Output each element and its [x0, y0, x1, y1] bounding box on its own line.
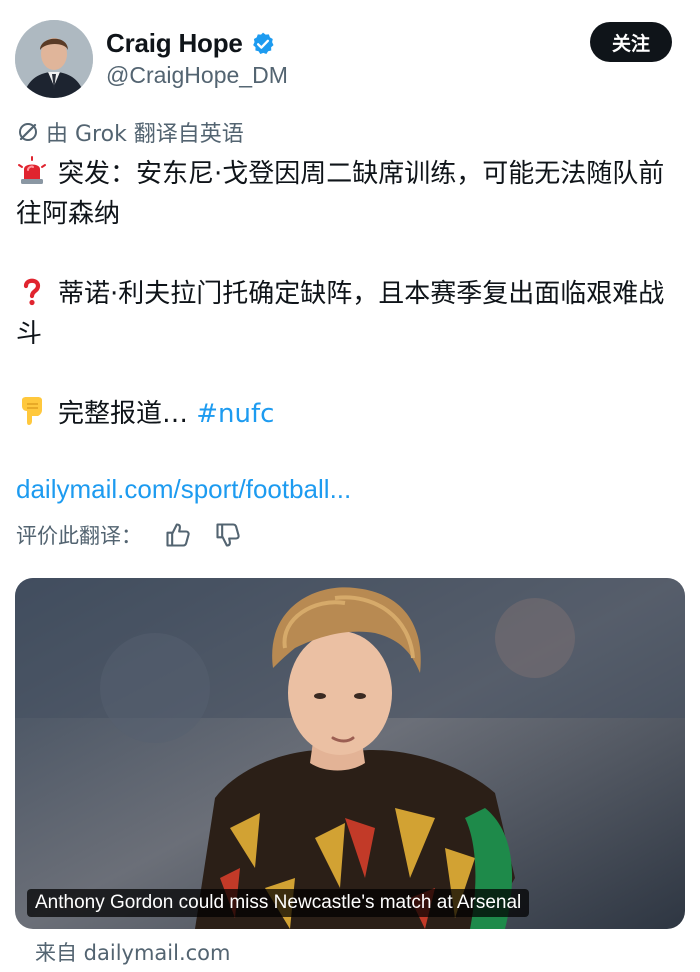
article-link[interactable]: dailymail.com/sport/football... [16, 474, 351, 505]
tweet-line-1: 突发：安东尼·戈登因周二缺席训练，可能无法随队前往阿森纳 [16, 154, 686, 234]
tweet-line-3: 完整报道… #nufc [16, 394, 686, 434]
avatar[interactable] [15, 20, 93, 98]
question-mark-icon [16, 275, 48, 307]
tweet-line-2: 蒂诺·利夫拉门托确定缺阵，且本赛季复出面临艰难战斗 [16, 274, 686, 354]
translation-notice[interactable]: 由 Grok 翻译自英语 [16, 116, 244, 148]
author-name-row: Craig Hope [106, 28, 276, 59]
hashtag-link[interactable]: #nufc [196, 399, 274, 429]
link-card[interactable]: Anthony Gordon could miss Newcastle's ma… [15, 578, 685, 929]
rate-translation: 评价此翻译： [16, 520, 242, 550]
tweet-header: Craig Hope @CraigHope_DM 关注 [0, 0, 700, 110]
grok-icon [16, 120, 40, 144]
tweet-text: 突发：安东尼·戈登因周二缺席训练，可能无法随队前往阿森纳 蒂诺·利夫拉门托确定缺… [16, 154, 686, 434]
follow-button[interactable]: 关注 [590, 22, 672, 62]
rotating-light-icon [16, 155, 48, 187]
tweet-line-1-text: 突发：安东尼·戈登因周二缺席训练，可能无法随队前往阿森纳 [16, 159, 665, 229]
thumbs-up-icon[interactable] [164, 521, 192, 549]
rate-translation-label: 评价此翻译： [16, 524, 142, 548]
pointing-down-icon [16, 395, 48, 427]
card-caption: Anthony Gordon could miss Newcastle's ma… [27, 889, 530, 917]
card-source[interactable]: 来自 dailymail.com [35, 937, 231, 967]
thumbs-down-icon[interactable] [214, 521, 242, 549]
article-image [15, 578, 685, 929]
tweet-line-3-text: 完整报道… [58, 399, 197, 429]
verified-badge-icon [250, 31, 276, 57]
author-handle[interactable]: @CraigHope_DM [106, 62, 288, 89]
tweet-line-2-text: 蒂诺·利夫拉门托确定缺阵，且本赛季复出面临艰难战斗 [16, 279, 665, 349]
translation-notice-text: 由 Grok 翻译自英语 [46, 122, 244, 147]
author-name[interactable]: Craig Hope [106, 28, 243, 59]
